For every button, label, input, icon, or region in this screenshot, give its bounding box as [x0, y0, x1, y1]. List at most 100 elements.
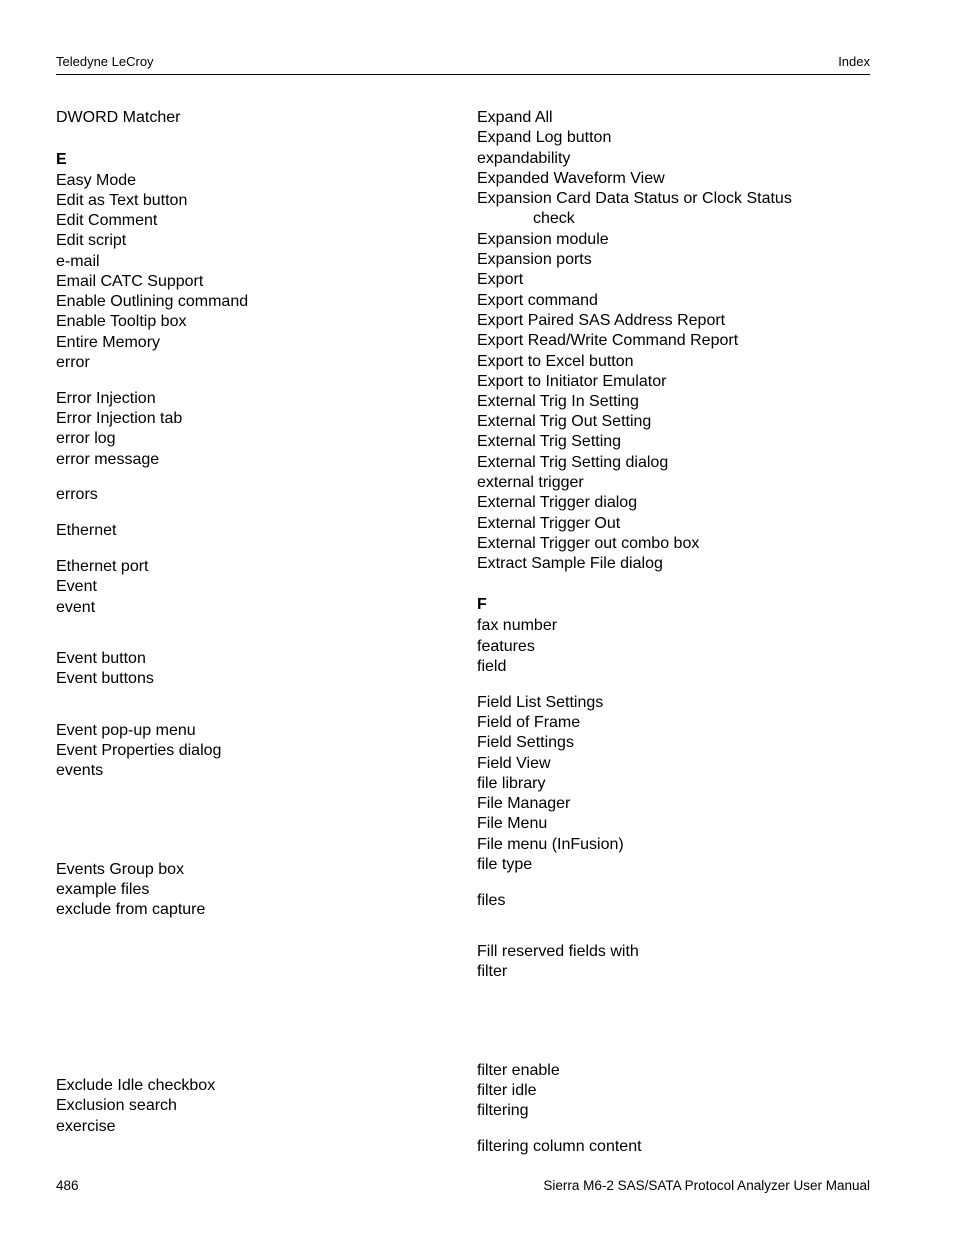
index-entry[interactable]: Edit script [56, 231, 126, 251]
index-entry[interactable]: Edit Comment [56, 211, 157, 231]
index-entry[interactable]: file type [477, 855, 532, 875]
index-entry[interactable]: Error Injection tab [56, 409, 182, 429]
index-entry[interactable]: External Trigger Out [477, 514, 620, 534]
index-entry[interactable]: features [477, 637, 535, 657]
index-entry[interactable]: Fill reserved fields with [477, 942, 639, 962]
index-entry-text: Email CATC Support [56, 273, 204, 290]
index-entry-text: Exclude Idle checkbox [56, 1077, 216, 1094]
index-entry[interactable]: filtering [477, 1101, 529, 1121]
index-entry[interactable]: External Trig Out Setting [477, 412, 651, 432]
index-entry[interactable]: External Trig In Setting [477, 392, 639, 412]
index-entry-text: exercise [56, 1118, 116, 1135]
index-entry[interactable]: Exclude Idle checkbox [56, 1076, 215, 1096]
index-entry[interactable]: external trigger [477, 473, 584, 493]
index-entry[interactable]: Expand All [477, 108, 553, 128]
index-entry[interactable]: Export to Initiator Emulator [477, 372, 666, 392]
index-entry-text: Expansion Card Data Status or Clock Stat… [477, 190, 792, 207]
index-entry[interactable]: External Trig Setting dialog [477, 453, 668, 473]
index-entry-text: Error Injection tab [56, 410, 183, 427]
index-entry[interactable]: files [477, 891, 505, 911]
index-entry-text: fax number [477, 617, 558, 634]
index-entry-text: Error Injection [56, 390, 156, 407]
index-entry[interactable]: External Trigger dialog [477, 493, 637, 513]
index-entry[interactable]: Enable Tooltip box [56, 312, 186, 332]
index-entry-text: Events Group box [56, 861, 185, 878]
index-entry-text: expandability [477, 150, 571, 167]
index-entry[interactable]: Field of Frame [477, 713, 580, 733]
index-entry[interactable]: Event pop-up menu [56, 721, 196, 741]
index-entry[interactable]: Entire Memory [56, 333, 160, 353]
index-entry[interactable]: exercise [56, 1117, 116, 1137]
index-entry-text: Event [56, 578, 97, 595]
index-entry[interactable]: errors [56, 485, 98, 505]
index-entry[interactable]: Edit as Text button [56, 191, 187, 211]
index-entry-text: Field List Settings [477, 694, 604, 711]
index-entry[interactable]: Expand Log button [477, 128, 611, 148]
index-entry[interactable]: e-mail [56, 252, 100, 272]
index-entry[interactable]: Expansion Card Data Status or Clock Stat… [477, 189, 792, 227]
index-entry[interactable]: DWORD Matcher [56, 108, 180, 128]
index-entry[interactable]: File Manager [477, 794, 570, 814]
index-entry[interactable]: Expansion ports [477, 250, 592, 270]
index-entry[interactable]: Event buttons [56, 669, 154, 689]
index-entry-text: exclude from capture [56, 901, 206, 918]
index-entry[interactable]: Export command [477, 291, 598, 311]
index-entry[interactable]: Field List Settings [477, 693, 603, 713]
index-entry[interactable]: Field View [477, 754, 551, 774]
index-entry[interactable]: Ethernet [56, 521, 116, 541]
index-entry-text: filter [477, 963, 508, 980]
index-entry[interactable]: field [477, 657, 506, 677]
index-entry[interactable]: Easy Mode [56, 171, 136, 191]
index-entry[interactable]: External Trig Setting [477, 432, 621, 452]
index-entry[interactable]: filter enable [477, 1061, 560, 1081]
index-entry[interactable]: filter idle [477, 1081, 537, 1101]
index-entry[interactable]: Event button [56, 649, 146, 669]
manual-title: Sierra M6-2 SAS/SATA Protocol Analyzer U… [543, 1178, 870, 1193]
index-entry[interactable]: error [56, 353, 90, 373]
index-entry[interactable]: events [56, 761, 103, 781]
index-entry[interactable]: Events Group box [56, 860, 184, 880]
index-entry[interactable]: File menu (InFusion) [477, 835, 624, 855]
index-entry[interactable]: Enable Outlining command [56, 292, 248, 312]
index-entry[interactable]: Event Properties dialog [56, 741, 221, 761]
index-entry[interactable]: Export Paired SAS Address Report [477, 311, 725, 331]
index-entry-text: filter idle [477, 1082, 537, 1099]
index-entry-text: Easy Mode [56, 172, 137, 189]
index-entry-text: Exclusion search [56, 1097, 177, 1114]
index-entry[interactable]: Email CATC Support [56, 272, 203, 292]
index-entry-text: event [56, 599, 96, 616]
index-entry[interactable]: Export [477, 270, 523, 290]
index-entry[interactable]: event [56, 598, 95, 618]
index-entry[interactable]: Error Injection [56, 389, 156, 409]
index-entry-text: example files [56, 881, 150, 898]
index-entry[interactable]: error log [56, 429, 116, 449]
index-entry[interactable]: Exclusion search [56, 1096, 177, 1116]
index-entry[interactable]: filtering column content [477, 1137, 642, 1157]
index-entry[interactable]: exclude from capture [56, 900, 205, 920]
index-entry-text: Export to Initiator Emulator [477, 373, 667, 390]
index-entry-text: File Menu [477, 815, 548, 832]
index-entry[interactable]: Export to Excel button [477, 352, 634, 372]
index-entry[interactable]: Extract Sample File dialog [477, 554, 663, 574]
index-entry[interactable]: file library [477, 774, 545, 794]
index-entry-text: External Trig In Setting [477, 393, 639, 410]
index-entry[interactable]: External Trigger out combo box [477, 534, 699, 554]
index-entry[interactable]: Expansion module [477, 230, 609, 250]
index-entry[interactable]: expandability [477, 149, 570, 169]
index-entry-text: DWORD Matcher [56, 109, 181, 126]
index-entry[interactable]: Expanded Waveform View [477, 169, 665, 189]
index-entry[interactable]: error message [56, 450, 159, 470]
index-entry-text: files [477, 892, 506, 909]
index-entry-text: Export Read/Write Command Report [477, 332, 739, 349]
index-entry-text: events [56, 762, 104, 779]
index-entry[interactable]: Ethernet port [56, 557, 149, 577]
index-entry[interactable]: File Menu [477, 814, 547, 834]
index-entry[interactable]: Field Settings [477, 733, 574, 753]
index-entry-text: Ethernet [56, 522, 117, 539]
index-entry[interactable]: fax number [477, 616, 557, 636]
index-entry[interactable]: filter [477, 962, 507, 982]
index-entry[interactable]: example files [56, 880, 149, 900]
index-entry-text: Edit as Text button [56, 192, 188, 209]
index-entry[interactable]: Event [56, 577, 97, 597]
index-entry[interactable]: Export Read/Write Command Report [477, 331, 738, 351]
